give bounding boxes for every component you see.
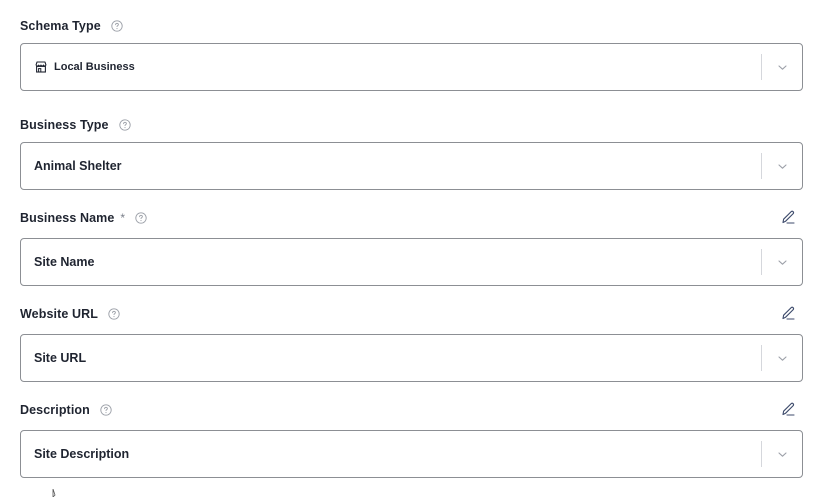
business-type-field: Business Type Animal Shelter bbox=[20, 115, 803, 190]
chevron-down-icon[interactable] bbox=[762, 143, 802, 189]
schema-type-value-text: Local Business bbox=[54, 61, 135, 73]
business-name-label-row: Business Name * bbox=[20, 208, 803, 228]
description-field: Description Site Description bbox=[20, 400, 803, 478]
description-select[interactable]: Site Description bbox=[20, 430, 803, 478]
business-type-label: Business Type bbox=[20, 118, 109, 132]
description-label-row: Description bbox=[20, 400, 803, 420]
pencil-icon[interactable] bbox=[779, 304, 797, 322]
required-asterisk: * bbox=[120, 211, 126, 225]
website-url-field: Website URL Site URL bbox=[20, 304, 803, 382]
question-circle-icon[interactable] bbox=[108, 308, 120, 320]
business-name-field: Business Name * Site Name bbox=[20, 208, 803, 286]
store-icon bbox=[34, 60, 48, 74]
business-type-label-row: Business Type bbox=[20, 115, 803, 135]
question-circle-icon[interactable] bbox=[111, 20, 123, 32]
schema-type-value: Local Business bbox=[21, 60, 761, 74]
website-url-value: Site URL bbox=[34, 351, 87, 365]
description-value: Site Description bbox=[34, 447, 130, 461]
question-circle-icon[interactable] bbox=[118, 119, 131, 131]
chevron-down-icon[interactable] bbox=[762, 44, 802, 90]
schema-type-label-row: Schema Type bbox=[20, 16, 803, 36]
business-name-select[interactable]: Site Name bbox=[20, 238, 803, 286]
schema-type-field: Schema Type Local Business bbox=[20, 16, 803, 91]
business-type-value: Animal Shelter bbox=[34, 159, 122, 173]
chevron-down-icon[interactable] bbox=[762, 239, 802, 285]
website-url-select[interactable]: Site URL bbox=[20, 334, 803, 382]
website-url-label: Website URL bbox=[20, 307, 98, 321]
schema-type-select[interactable]: Local Business bbox=[20, 43, 803, 91]
question-circle-icon[interactable] bbox=[135, 212, 147, 224]
question-circle-icon[interactable] bbox=[100, 404, 112, 416]
schema-type-label: Schema Type bbox=[20, 19, 101, 33]
mouse-cursor-icon bbox=[52, 489, 56, 497]
business-name-label: Business Name bbox=[20, 211, 115, 225]
website-url-label-row: Website URL bbox=[20, 304, 803, 324]
chevron-down-icon[interactable] bbox=[762, 431, 802, 477]
pencil-icon[interactable] bbox=[779, 208, 797, 226]
pencil-icon[interactable] bbox=[779, 400, 797, 418]
description-label: Description bbox=[20, 403, 90, 417]
business-type-select[interactable]: Animal Shelter bbox=[20, 142, 803, 190]
chevron-down-icon[interactable] bbox=[762, 335, 802, 381]
business-name-value: Site Name bbox=[34, 255, 95, 269]
